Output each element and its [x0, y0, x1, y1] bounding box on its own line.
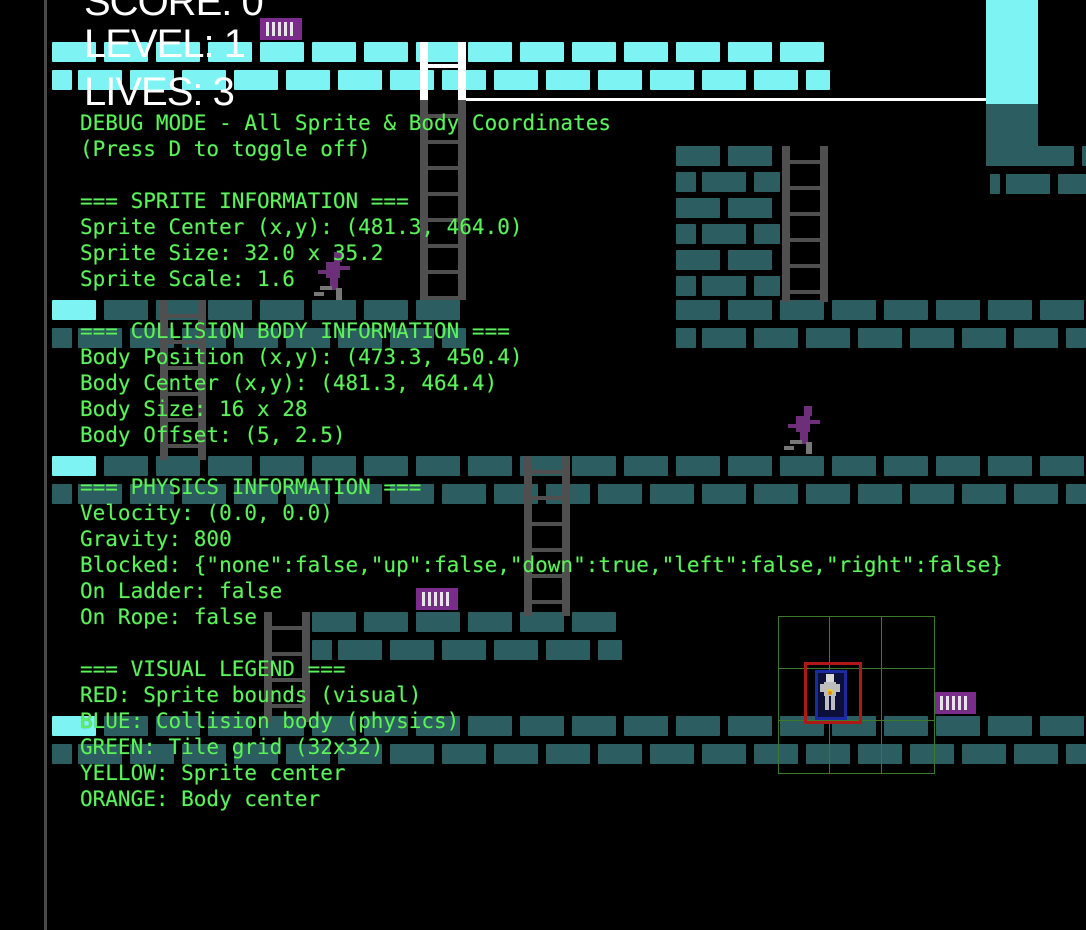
- treasure-chest-icon: [260, 18, 302, 40]
- rope: [466, 98, 986, 101]
- brick: [234, 70, 278, 90]
- brick: [702, 70, 746, 90]
- brick: [624, 42, 668, 62]
- brick: [1014, 744, 1058, 764]
- brick: [1014, 484, 1058, 504]
- brick: [728, 42, 772, 62]
- brick: [598, 70, 642, 90]
- brick: [1058, 174, 1086, 194]
- level-label: LEVEL: 1: [84, 22, 246, 66]
- brick: [1040, 300, 1084, 320]
- debug-line: Body Offset: (5, 2.5): [80, 423, 346, 447]
- brick: [1066, 744, 1086, 764]
- debug-line: === COLLISION BODY INFORMATION ===: [80, 319, 510, 343]
- debug-line: === PHYSICS INFORMATION ===: [80, 475, 422, 499]
- debug-line: Sprite Size: 32.0 x 35.2: [80, 241, 384, 265]
- brick: [52, 744, 72, 764]
- brick: [780, 42, 824, 62]
- brick: [1066, 328, 1086, 348]
- debug-line: Body Center (x,y): (481.3, 464.4): [80, 371, 498, 395]
- brick: [546, 70, 590, 90]
- brick: [260, 42, 304, 62]
- brick: [1006, 174, 1050, 194]
- brick: [338, 70, 382, 90]
- debug-line: === SPRITE INFORMATION ===: [80, 189, 409, 213]
- debug-line: YELLOW: Sprite center: [80, 761, 346, 785]
- lives-label: LIVES: 3: [84, 70, 235, 114]
- brick: [754, 70, 798, 90]
- debug-line: Blocked: {"none":false,"up":false,"down"…: [80, 553, 1003, 577]
- brick: [1082, 146, 1086, 166]
- debug-line: [80, 162, 1003, 188]
- debug-line: Body Position (x,y): (473.3, 450.4): [80, 345, 523, 369]
- brick: [286, 70, 330, 90]
- debug-line: [80, 630, 1003, 656]
- brick: [806, 70, 830, 90]
- brick: [1040, 716, 1084, 736]
- debug-line: Gravity: 800: [80, 527, 232, 551]
- debug-line: Sprite Scale: 1.6: [80, 267, 295, 291]
- brick: [52, 70, 72, 90]
- debug-line: ORANGE: Body center: [80, 787, 321, 811]
- brick: [520, 42, 564, 62]
- debug-line: === VISUAL LEGEND ===: [80, 657, 346, 681]
- brick: [468, 42, 512, 62]
- debug-line: On Rope: false: [80, 605, 258, 629]
- game-canvas[interactable]: SCORE: 0 LEVEL: 1 LIVES: 3 DEBUG MODE - …: [0, 0, 1086, 930]
- brick: [52, 484, 72, 504]
- debug-line: BLUE: Collision body (physics): [80, 709, 460, 733]
- debug-overlay: DEBUG MODE - All Sprite & Body Coordinat…: [80, 110, 1003, 812]
- brick: [572, 42, 616, 62]
- debug-line: Velocity: (0.0, 0.0): [80, 501, 333, 525]
- brick: [676, 42, 720, 62]
- debug-line: RED: Sprite bounds (visual): [80, 683, 422, 707]
- debug-line: (Press D to toggle off): [80, 137, 371, 161]
- brick: [1040, 456, 1084, 476]
- debug-line: Sprite Center (x,y): (481.3, 464.0): [80, 215, 523, 239]
- ladder-top-white: [420, 42, 466, 100]
- pillar-lit: [986, 0, 1038, 104]
- brick: [1014, 328, 1058, 348]
- debug-line: Body Size: 16 x 28: [80, 397, 308, 421]
- debug-line: GREEN: Tile grid (32x32): [80, 735, 384, 759]
- brick: [494, 70, 538, 90]
- score-label: SCORE: 0: [84, 0, 264, 24]
- brick: [650, 70, 694, 90]
- brick: [312, 42, 356, 62]
- debug-line: DEBUG MODE - All Sprite & Body Coordinat…: [80, 111, 612, 135]
- brick: [364, 42, 408, 62]
- debug-line: [80, 448, 1003, 474]
- brick: [1030, 146, 1074, 166]
- debug-line: [80, 292, 1003, 318]
- brick: [1066, 484, 1086, 504]
- left-boundary-wall: [44, 0, 47, 930]
- debug-line: On Ladder: false: [80, 579, 283, 603]
- brick: [52, 328, 72, 348]
